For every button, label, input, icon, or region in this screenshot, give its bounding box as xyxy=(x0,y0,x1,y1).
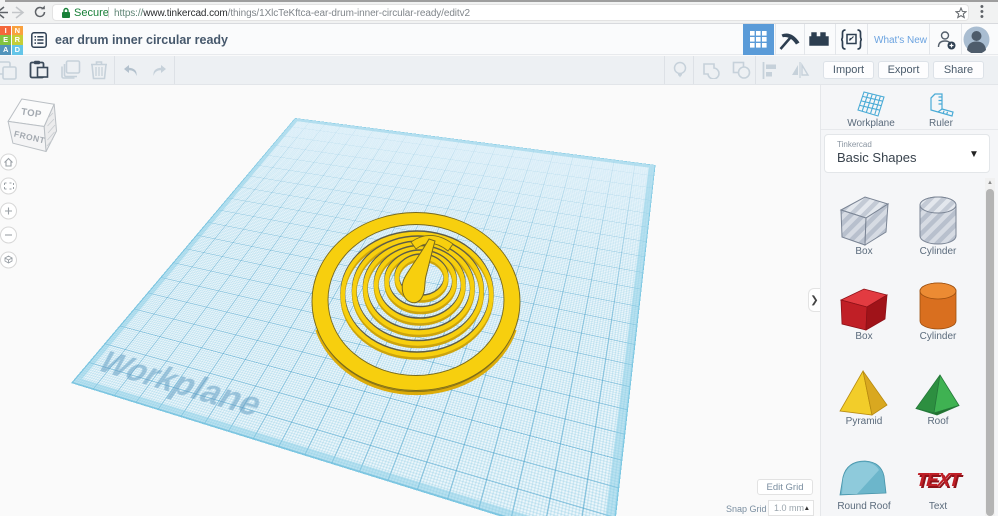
svg-text:Cylinder: Cylinder xyxy=(920,331,957,342)
svg-text:Cylinder: Cylinder xyxy=(920,246,957,257)
svg-text:TEXT: TEXT xyxy=(914,470,963,491)
svg-text:Roof: Roof xyxy=(927,416,948,427)
svg-text:Box: Box xyxy=(855,246,872,257)
svg-text:Pyramid: Pyramid xyxy=(846,416,883,427)
svg-text:Box: Box xyxy=(855,331,872,342)
svg-text:Text: Text xyxy=(929,501,948,512)
svg-text:Round Roof: Round Roof xyxy=(837,501,891,512)
